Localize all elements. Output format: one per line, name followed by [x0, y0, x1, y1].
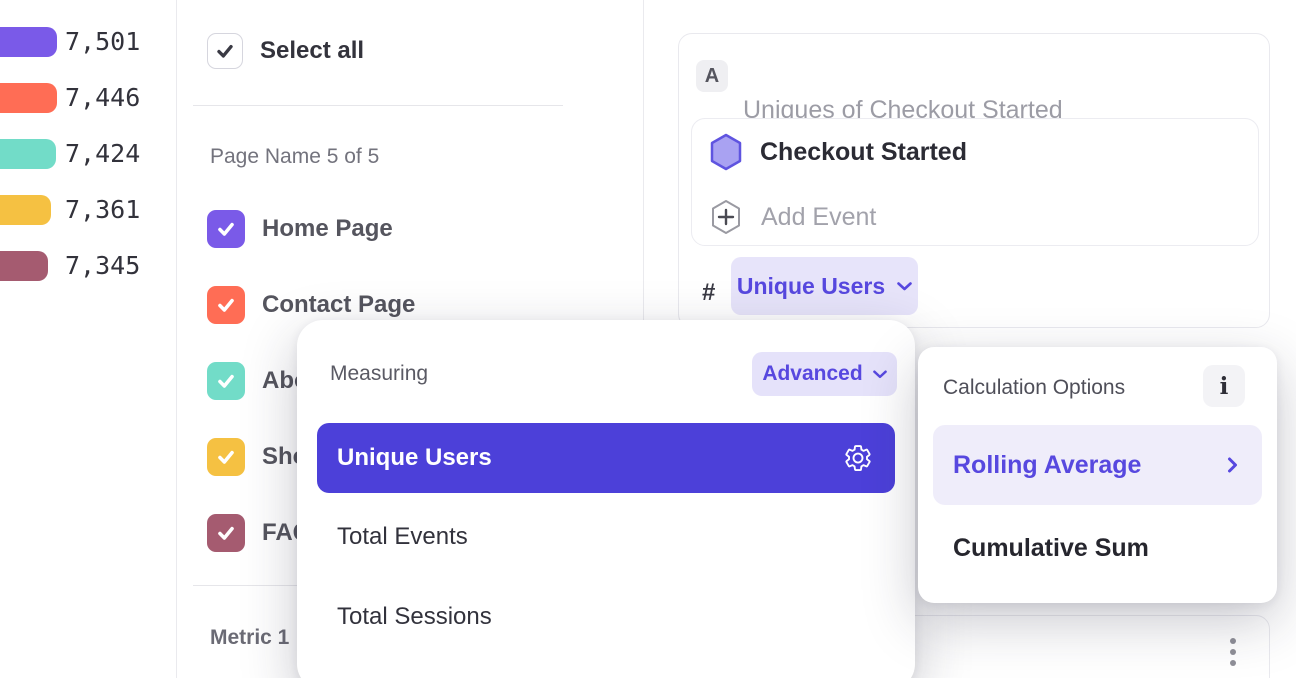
- checkmark-icon: [215, 218, 237, 240]
- chevron-down-icon: [873, 370, 887, 379]
- measure-chip-label: Unique Users: [737, 273, 885, 300]
- select-all-checkbox[interactable]: [207, 33, 243, 69]
- series-a-badge: A: [696, 60, 728, 92]
- bar-segment[interactable]: [0, 195, 51, 225]
- filter-divider: [193, 105, 563, 106]
- bar-value: 7,424: [65, 139, 140, 169]
- panel-divider-left: [176, 0, 177, 678]
- page-checkbox-label: Home Page: [262, 215, 393, 243]
- chart-value-legend: 7,501 7,446 7,424 7,361 7,345: [0, 0, 176, 678]
- bar-row: 7,361: [0, 195, 176, 225]
- bar-row: 7,345: [0, 251, 176, 281]
- bar-row: 7,446: [0, 83, 176, 113]
- bar-segment[interactable]: [0, 139, 56, 169]
- page-checkbox-label: Contact Page: [262, 291, 415, 319]
- measure-chip[interactable]: Unique Users: [731, 257, 918, 315]
- measuring-option-total-events[interactable]: Total Events: [317, 502, 895, 572]
- event-hexagon-icon: [709, 133, 743, 171]
- measuring-popup: Measuring Advanced Unique Users Total Ev…: [297, 320, 915, 678]
- calc-option-label: Cumulative Sum: [953, 534, 1149, 563]
- event-list-card: Checkout Started Add Event: [691, 118, 1259, 246]
- bar-value: 7,361: [65, 195, 140, 225]
- metric-label: Metric 1: [210, 626, 289, 650]
- filter-group-label: Page Name 5 of 5: [210, 145, 379, 169]
- bar-row: 7,424: [0, 139, 176, 169]
- bar-value: 7,501: [65, 27, 140, 57]
- add-event-label: Add Event: [761, 203, 876, 232]
- page-checkbox[interactable]: [207, 438, 245, 476]
- page-checkbox[interactable]: [207, 210, 245, 248]
- checkmark-icon: [214, 40, 236, 62]
- page-checkbox[interactable]: [207, 362, 245, 400]
- kebab-menu-icon[interactable]: [1230, 638, 1236, 666]
- event-row[interactable]: Checkout Started: [709, 133, 967, 171]
- bar-segment[interactable]: [0, 251, 48, 281]
- bar-segment[interactable]: [0, 83, 57, 113]
- info-icon[interactable]: i: [1203, 365, 1245, 407]
- checkmark-icon: [215, 294, 237, 316]
- page-checkbox-row[interactable]: Home Page: [207, 210, 393, 248]
- select-all-row[interactable]: Select all: [207, 33, 364, 69]
- advanced-mode-button[interactable]: Advanced: [752, 352, 897, 396]
- page-checkbox[interactable]: [207, 286, 245, 324]
- calc-options-title: Calculation Options: [943, 376, 1125, 400]
- event-name: Checkout Started: [760, 138, 967, 167]
- checkmark-icon: [215, 522, 237, 544]
- bar-value: 7,446: [65, 83, 140, 113]
- calc-option-label: Rolling Average: [953, 451, 1141, 480]
- bar-row: 7,501: [0, 27, 176, 57]
- add-event-button[interactable]: Add Event: [708, 198, 876, 236]
- add-event-icon: [708, 198, 744, 236]
- measure-type-symbol[interactable]: #: [702, 279, 715, 307]
- query-card: A Uniques of Checkout Started Checkout S…: [678, 33, 1270, 328]
- measuring-option-label: Total Sessions: [337, 603, 492, 631]
- measuring-option-total-sessions[interactable]: Total Sessions: [317, 582, 895, 652]
- page-checkbox[interactable]: [207, 514, 245, 552]
- chevron-right-icon: [1227, 457, 1238, 473]
- measuring-title: Measuring: [330, 362, 428, 386]
- calc-option-rolling-average[interactable]: Rolling Average: [933, 425, 1262, 505]
- calc-options-popup: Calculation Options i Rolling Average Cu…: [918, 347, 1277, 603]
- advanced-mode-label: Advanced: [762, 362, 862, 386]
- bar-value: 7,345: [65, 251, 140, 281]
- chevron-down-icon: [897, 282, 912, 291]
- analytics-screen: 7,501 7,446 7,424 7,361 7,345 Select all…: [0, 0, 1296, 678]
- gear-icon: [843, 443, 873, 473]
- bar-segment[interactable]: [0, 27, 57, 57]
- page-checkbox-row[interactable]: Contact Page: [207, 286, 415, 324]
- select-all-label: Select all: [260, 37, 364, 65]
- calc-option-cumulative-sum[interactable]: Cumulative Sum: [933, 518, 1262, 578]
- checkmark-icon: [215, 370, 237, 392]
- measuring-option-label: Unique Users: [337, 444, 492, 472]
- measuring-option-label: Total Events: [337, 523, 468, 551]
- checkmark-icon: [215, 446, 237, 468]
- measuring-option-unique-users[interactable]: Unique Users: [317, 423, 895, 493]
